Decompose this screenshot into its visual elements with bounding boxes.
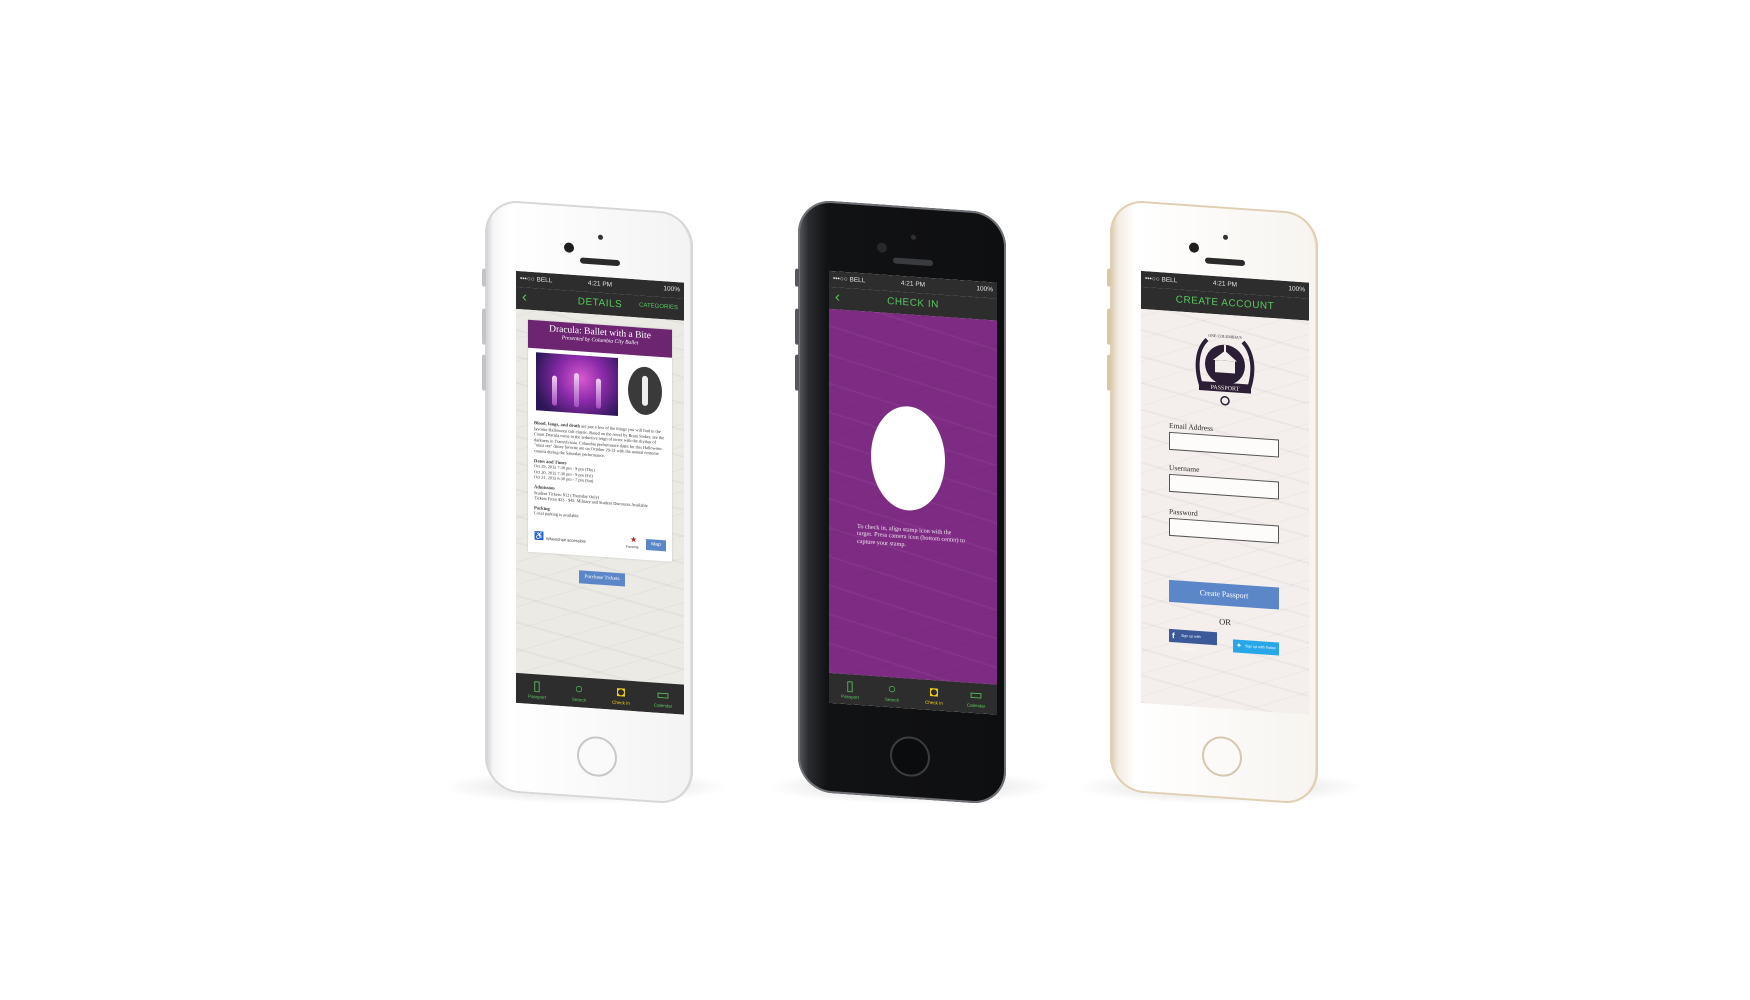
earpiece-speaker	[893, 257, 933, 267]
facebook-icon: f	[1172, 631, 1175, 641]
tab-passport[interactable]: ▯ Passport	[516, 673, 558, 706]
calendar-icon: ▭	[969, 685, 983, 703]
phone-checkin: •••○○ BELL 4:21 PM 100% ‹ CHECK IN To ch…	[795, 198, 1006, 806]
dancer-figure	[552, 375, 557, 406]
tab-label: Passport	[841, 693, 859, 700]
event-description: Blood, fangs, and death are just a few o…	[534, 420, 666, 529]
twitter-button-label: Sign up with Twitter	[1245, 644, 1277, 651]
camera-icon: ◘	[616, 682, 626, 700]
capitol-building	[1215, 360, 1235, 374]
volume-down-button	[482, 354, 486, 391]
tab-label: Calendar	[966, 702, 986, 709]
ballet-logo	[628, 365, 662, 417]
dancer-figure	[596, 378, 601, 409]
earpiece-speaker	[580, 257, 620, 267]
mute-switch	[1107, 268, 1111, 287]
battery-label: 100%	[976, 285, 993, 294]
search-icon: ○	[887, 680, 897, 697]
tab-check-in[interactable]: ◘ Check In	[600, 679, 642, 712]
password-label: Password	[1169, 506, 1198, 518]
volume-up-button	[482, 308, 486, 345]
description-text: are just a few of the things you will fi…	[534, 423, 665, 459]
badge-emblem	[1220, 396, 1230, 406]
map-button[interactable]: Map	[646, 538, 666, 552]
tab-label: Check In	[612, 699, 630, 706]
phone-create-account: •••○○ BELL 4:21 PM 100% CREATE ACCOUNT P…	[1107, 198, 1318, 806]
front-camera	[564, 242, 574, 253]
favorite-label: Favorite	[626, 544, 639, 550]
accessibility-label: Wheelchair accessible	[546, 535, 586, 544]
create-account-screen: •••○○ BELL 4:21 PM 100% CREATE ACCOUNT P…	[1141, 270, 1309, 715]
twitter-bird-icon: ✦	[1236, 642, 1242, 650]
mute-switch	[795, 268, 799, 287]
tab-search[interactable]: ○ Search	[871, 676, 913, 709]
tab-label: Passport	[528, 693, 546, 700]
volume-up-button	[1107, 308, 1111, 345]
tab-label: Calendar	[653, 702, 673, 709]
event-card: Dracula: Ballet with a Bite Presented by…	[528, 319, 672, 562]
parking-text: Local parking is available	[534, 510, 579, 519]
dancer-figure	[574, 372, 579, 408]
event-photo	[536, 352, 618, 417]
event-footer: ♿ Wheelchair accessible ★ Favorite Map	[534, 530, 666, 553]
badge-top-text: ONE COLUMBIA'S	[1208, 333, 1241, 340]
favorite-star-icon[interactable]: ★	[630, 535, 637, 545]
passport-badge-logo: PASSPORT ONE COLUMBIA'S	[1195, 333, 1255, 406]
battery-label: 100%	[663, 285, 680, 294]
details-screen: •••○○ BELL 4:21 PM 100% ‹ DETAILS CATEGO…	[516, 270, 684, 715]
tab-calendar[interactable]: ▭ Calendar	[642, 682, 684, 715]
home-button[interactable]	[890, 735, 930, 778]
tab-passport[interactable]: ▯ Passport	[829, 673, 871, 706]
wheelchair-icon: ♿	[534, 531, 544, 541]
tab-check-in[interactable]: ◘ Check In	[913, 679, 955, 712]
calendar-icon: ▭	[656, 685, 670, 703]
tab-label: Search	[884, 696, 900, 703]
home-button[interactable]	[577, 735, 617, 778]
volume-down-button	[1107, 354, 1111, 391]
home-button[interactable]	[1202, 735, 1242, 778]
volume-up-button	[795, 308, 799, 345]
book-icon: ▯	[533, 677, 541, 694]
proximity-sensor	[598, 234, 603, 240]
badge-ribbon-text: PASSPORT	[1211, 385, 1240, 393]
proximity-sensor	[911, 234, 916, 240]
volume-down-button	[795, 354, 799, 391]
mute-switch	[482, 268, 486, 287]
battery-label: 100%	[1288, 285, 1305, 294]
front-camera	[1189, 242, 1199, 253]
ballet-logo-figure	[642, 375, 648, 407]
tab-label: Check In	[925, 699, 943, 706]
capitol-spire	[1224, 344, 1226, 352]
mockup-stage: •••○○ BELL 4:21 PM 100% ‹ DETAILS CATEGO…	[0, 0, 1750, 1000]
front-camera	[877, 242, 887, 253]
tab-calendar[interactable]: ▭ Calendar	[955, 682, 997, 715]
tab-label: Search	[571, 696, 587, 703]
tab-search[interactable]: ○ Search	[558, 676, 600, 709]
checkin-screen: •••○○ BELL 4:21 PM 100% ‹ CHECK IN To ch…	[829, 270, 997, 715]
phone-details: •••○○ BELL 4:21 PM 100% ‹ DETAILS CATEGO…	[482, 198, 693, 806]
earpiece-speaker	[1205, 257, 1245, 267]
camera-icon: ◘	[929, 682, 939, 700]
proximity-sensor	[1223, 234, 1228, 240]
search-icon: ○	[574, 680, 584, 697]
book-icon: ▯	[846, 677, 854, 694]
